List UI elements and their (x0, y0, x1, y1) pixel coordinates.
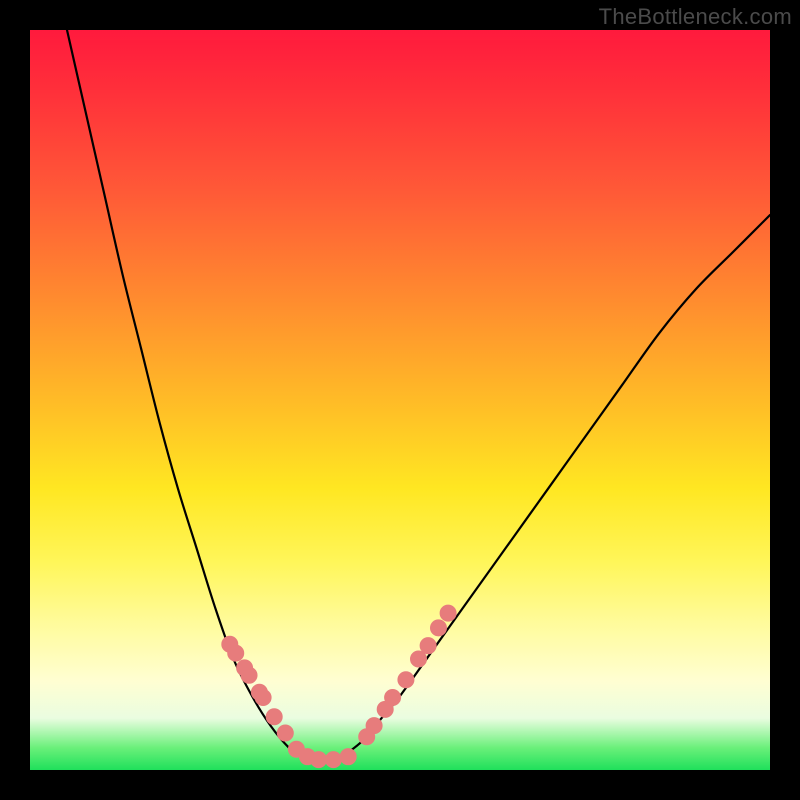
data-marker (398, 672, 414, 688)
data-marker (325, 752, 341, 768)
data-marker (385, 689, 401, 705)
data-marker (440, 605, 456, 621)
watermark-text: TheBottleneck.com (599, 4, 792, 30)
data-marker (430, 620, 446, 636)
chart-plot-area (30, 30, 770, 770)
data-marker (241, 667, 257, 683)
data-marker (277, 725, 293, 741)
bottleneck-curve (67, 30, 770, 759)
data-marker (420, 638, 436, 654)
data-marker (340, 749, 356, 765)
chart-svg (30, 30, 770, 770)
data-marker (228, 645, 244, 661)
data-marker (411, 651, 427, 667)
chart-stage: TheBottleneck.com (0, 0, 800, 800)
data-marker (311, 752, 327, 768)
data-marker (266, 709, 282, 725)
data-markers-group (222, 605, 456, 768)
data-marker (255, 689, 271, 705)
data-marker (366, 718, 382, 734)
